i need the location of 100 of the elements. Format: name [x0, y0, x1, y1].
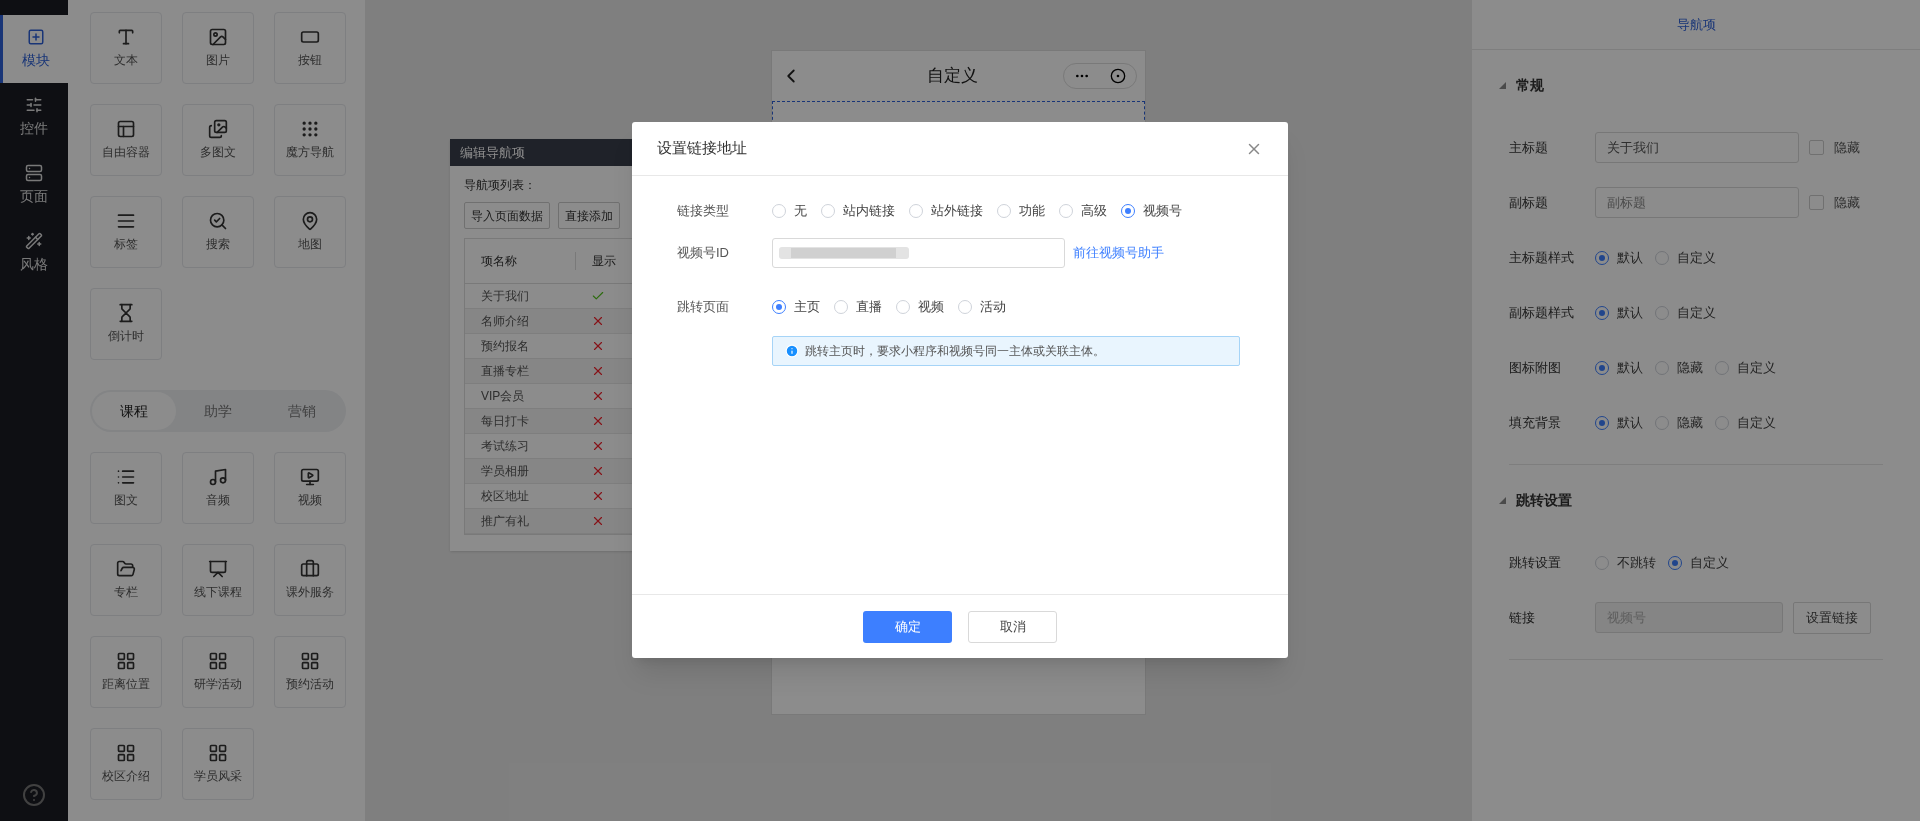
- grid-icon: [208, 651, 228, 671]
- confirm-button[interactable]: 确定: [863, 610, 952, 643]
- stacked-panels-icon: [25, 163, 43, 182]
- radio-label[interactable]: 自定义: [1690, 552, 1729, 573]
- briefcase-icon: [300, 559, 320, 579]
- widget-tile[interactable]: 预约活动: [274, 636, 346, 708]
- table-cell-text: 学员相册: [480, 463, 530, 480]
- radio-label[interactable]: 站内链接: [843, 201, 895, 221]
- nav-item[interactable]: 风格: [0, 219, 68, 287]
- category-tab[interactable]: 课程: [92, 392, 176, 430]
- column-header: 项名称: [480, 253, 518, 270]
- table-cell-text: 校区地址: [480, 488, 530, 505]
- table-cell-text: 关于我们: [480, 288, 530, 305]
- collapse-triangle-icon[interactable]: [1499, 81, 1506, 89]
- radio-label[interactable]: 自定义: [1737, 412, 1776, 433]
- text-field[interactable]: 关于我们: [1595, 132, 1799, 163]
- widget-tile[interactable]: 图片: [182, 12, 254, 84]
- field-label: 视频号ID: [677, 244, 730, 263]
- radio[interactable]: [1595, 305, 1609, 320]
- id-field[interactable]: [772, 238, 1065, 268]
- radio-label[interactable]: 高级: [1081, 201, 1107, 221]
- field-label: 链接: [1509, 608, 1536, 627]
- cancel-button[interactable]: 取消: [968, 610, 1057, 643]
- container-icon: [116, 119, 136, 139]
- radio-label[interactable]: 默认: [1617, 247, 1643, 268]
- widget-tile[interactable]: 魔方导航: [274, 104, 346, 176]
- target-icon: [1110, 68, 1126, 84]
- radio-label[interactable]: 主页: [794, 297, 820, 317]
- widget-tile[interactable]: 研学活动: [182, 636, 254, 708]
- radio-label[interactable]: 自定义: [1737, 357, 1776, 378]
- radio[interactable]: [1595, 415, 1609, 430]
- radio[interactable]: [1595, 360, 1609, 375]
- field-label: 填充背景: [1509, 413, 1562, 432]
- table-cell-text: 推广有礼: [480, 513, 530, 530]
- magic-wand-icon: [25, 231, 43, 250]
- grid-icon: [300, 651, 320, 671]
- widget-tile[interactable]: 文本: [90, 12, 162, 84]
- widget-tile[interactable]: 校区介绍: [90, 728, 162, 800]
- checkbox[interactable]: [1809, 140, 1824, 155]
- radio-label[interactable]: 功能: [1019, 201, 1045, 221]
- widget-tile[interactable]: 距离位置: [90, 636, 162, 708]
- radio[interactable]: [1668, 555, 1682, 570]
- panel-button[interactable]: 直接添加: [558, 202, 620, 229]
- field-label: 主标题样式: [1509, 248, 1575, 267]
- radio-label[interactable]: 不跳转: [1617, 552, 1656, 573]
- assistant-link[interactable]: 前往视频号助手: [1073, 243, 1164, 263]
- checkbox-label[interactable]: 隐藏: [1834, 192, 1860, 213]
- radio-label[interactable]: 活动: [980, 297, 1006, 317]
- widget-tile[interactable]: 音频: [182, 452, 254, 524]
- radio-label[interactable]: 隐藏: [1677, 412, 1703, 433]
- checkbox[interactable]: [1809, 195, 1824, 210]
- grid-icon: [116, 651, 136, 671]
- radio-label[interactable]: 自定义: [1677, 302, 1716, 323]
- widget-tile[interactable]: 专栏: [90, 544, 162, 616]
- map-pin-icon: [300, 211, 320, 231]
- radio-label[interactable]: 默认: [1617, 412, 1643, 433]
- radio-label[interactable]: 自定义: [1677, 247, 1716, 268]
- widget-tile[interactable]: 地图: [274, 196, 346, 268]
- radio-label[interactable]: 默认: [1617, 357, 1643, 378]
- widget-tile[interactable]: 学员风采: [182, 728, 254, 800]
- widget-tile[interactable]: 视频: [274, 452, 346, 524]
- video-player-icon: [300, 467, 320, 487]
- text-icon: [116, 27, 136, 47]
- widget-tile[interactable]: 标签: [90, 196, 162, 268]
- widget-tile[interactable]: 倒计时: [90, 288, 162, 360]
- radio-label[interactable]: 站外链接: [931, 201, 983, 221]
- radio[interactable]: [1595, 250, 1609, 265]
- radio-label[interactable]: 默认: [1617, 302, 1643, 323]
- widget-tile[interactable]: 按钮: [274, 12, 346, 84]
- widget-tile[interactable]: 自由容器: [90, 104, 162, 176]
- category-tab[interactable]: 助学: [176, 392, 260, 430]
- radio[interactable]: [1121, 204, 1135, 218]
- panel-tab[interactable]: 导航项: [1676, 14, 1716, 35]
- category-tab[interactable]: 营销: [260, 392, 344, 430]
- table-cell-text: 直播专栏: [480, 363, 530, 380]
- nav-item[interactable]: 页面: [0, 151, 68, 219]
- nav-item[interactable]: 模块: [0, 15, 68, 83]
- search-icon: [208, 211, 228, 231]
- nav-item[interactable]: 控件: [0, 83, 68, 151]
- widget-tile[interactable]: 线下课程: [182, 544, 254, 616]
- widget-tile[interactable]: 图文: [90, 452, 162, 524]
- list-label: 导航项列表：: [463, 177, 537, 194]
- checkbox-label[interactable]: 隐藏: [1834, 137, 1860, 158]
- widget-tile[interactable]: 多图文: [182, 104, 254, 176]
- radio-label[interactable]: 直播: [856, 297, 882, 317]
- radio[interactable]: [772, 300, 786, 314]
- radio-label[interactable]: 隐藏: [1677, 357, 1703, 378]
- widget-tile[interactable]: 课外服务: [274, 544, 346, 616]
- list-icon: [116, 467, 136, 487]
- radio-label[interactable]: 无: [794, 201, 807, 221]
- collapse-triangle-icon[interactable]: [1499, 496, 1506, 504]
- field-label: 链接类型: [677, 202, 730, 221]
- widget-tile[interactable]: 搜索: [182, 196, 254, 268]
- field-label: 副标题样式: [1509, 303, 1575, 322]
- radio-label[interactable]: 视频: [918, 297, 944, 317]
- radio-label[interactable]: 视频号: [1143, 201, 1182, 221]
- help-icon[interactable]: [22, 783, 46, 807]
- image-icon: [208, 27, 228, 47]
- text-field[interactable]: 副标题: [1595, 187, 1799, 218]
- panel-button[interactable]: 导入页面数据: [464, 202, 550, 229]
